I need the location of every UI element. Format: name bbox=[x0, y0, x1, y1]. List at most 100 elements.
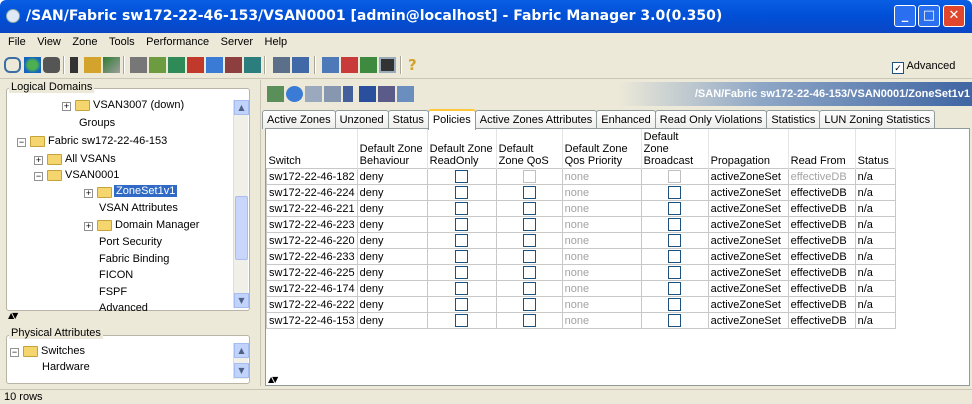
table-row[interactable]: sw172-22-46-233 deny none activeZoneSet effe… bbox=[266, 248, 896, 265]
table-cell[interactable]: activeZoneSet bbox=[707, 296, 789, 313]
table-row[interactable]: sw172-22-46-222 deny none activeZoneSet effe… bbox=[266, 296, 896, 313]
expander-icon[interactable]: − bbox=[10, 348, 19, 357]
discover-icon[interactable] bbox=[24, 57, 41, 73]
topology-icon[interactable] bbox=[273, 57, 290, 73]
table-cell-checkbox[interactable] bbox=[426, 200, 497, 217]
scroll-thumb[interactable] bbox=[235, 196, 248, 260]
table-cell-checkbox[interactable] bbox=[495, 184, 563, 201]
table-cell-checkbox[interactable] bbox=[426, 232, 497, 249]
checkbox[interactable] bbox=[455, 170, 469, 183]
tab-active-zones[interactable]: Active Zones bbox=[262, 110, 336, 129]
chart-icon[interactable] bbox=[206, 57, 223, 73]
column-header-status[interactable]: Status bbox=[855, 129, 896, 169]
table-cell-checkbox[interactable] bbox=[495, 296, 563, 313]
report-icon[interactable] bbox=[187, 57, 204, 73]
menu-performance[interactable]: Performance bbox=[146, 33, 209, 48]
table-row[interactable]: sw172-22-46-220 deny none activeZoneSet effe… bbox=[266, 232, 896, 249]
table-cell[interactable]: activeZoneSet bbox=[707, 184, 789, 201]
checkbox[interactable] bbox=[455, 314, 469, 327]
lock-icon[interactable] bbox=[84, 57, 101, 73]
minimize-button[interactable]: _ bbox=[894, 5, 916, 27]
table-cell[interactable]: none bbox=[561, 280, 642, 297]
table-cell[interactable]: n/a bbox=[854, 168, 896, 185]
table-cell-checkbox[interactable] bbox=[640, 200, 709, 217]
table-cell[interactable]: none bbox=[561, 184, 642, 201]
table-cell[interactable]: effectiveDB bbox=[787, 312, 856, 329]
table-row[interactable]: sw172-22-46-225 deny none activeZoneSet effe… bbox=[266, 264, 896, 281]
table-row[interactable]: sw172-22-46-174 deny none activeZoneSet effe… bbox=[266, 280, 896, 297]
table-cell-checkbox[interactable] bbox=[495, 200, 563, 217]
table-cell[interactable]: sw172-22-46-221 bbox=[266, 200, 358, 217]
table-cell-checkbox[interactable] bbox=[426, 248, 497, 265]
tree-item-hardware[interactable]: Hardware bbox=[42, 361, 90, 373]
table-cell-checkbox[interactable] bbox=[426, 312, 497, 329]
splitter-arrows-icon[interactable]: ▲▼ bbox=[268, 375, 278, 384]
table-cell-checkbox[interactable] bbox=[495, 216, 563, 233]
table-cell[interactable]: sw172-22-46-153 bbox=[266, 312, 358, 329]
vsan-icon[interactable] bbox=[149, 57, 166, 73]
column-header-behaviour[interactable]: Default Zone Behaviour bbox=[357, 129, 428, 169]
copy-icon[interactable] bbox=[305, 86, 322, 102]
table-cell[interactable]: effectiveDB bbox=[787, 280, 856, 297]
table-cell[interactable]: deny bbox=[356, 280, 428, 297]
table-cell[interactable]: activeZoneSet bbox=[707, 168, 789, 185]
tab-status[interactable]: Status bbox=[387, 110, 429, 129]
checkbox[interactable] bbox=[455, 202, 469, 215]
open-icon[interactable] bbox=[4, 57, 21, 73]
table-cell[interactable]: activeZoneSet bbox=[707, 312, 789, 329]
tab-active-zones-attributes[interactable]: Active Zones Attributes bbox=[474, 110, 598, 129]
table-cell[interactable]: sw172-22-46-225 bbox=[266, 264, 358, 281]
checkbox[interactable] bbox=[455, 218, 469, 231]
users-icon[interactable] bbox=[103, 57, 120, 73]
zone-icon[interactable] bbox=[130, 57, 147, 73]
checkbox[interactable] bbox=[668, 282, 682, 295]
table-cell-checkbox[interactable] bbox=[640, 232, 709, 249]
column-header-propagation[interactable]: Propagation bbox=[708, 129, 789, 169]
checkbox[interactable] bbox=[455, 298, 469, 311]
console-icon[interactable] bbox=[379, 57, 396, 73]
tree-item-port-security[interactable]: Port Security bbox=[99, 236, 162, 248]
checkbox[interactable] bbox=[668, 202, 682, 215]
scroll-up-icon[interactable]: ▲ bbox=[234, 343, 249, 358]
column-header-switch[interactable]: Switch bbox=[266, 129, 358, 169]
wizard-icon[interactable] bbox=[322, 57, 339, 73]
table-cell[interactable]: n/a bbox=[854, 264, 896, 281]
table-row[interactable]: sw172-22-46-224 deny none activeZoneSet effe… bbox=[266, 184, 896, 201]
tree-item-groups[interactable]: Groups bbox=[79, 117, 115, 129]
alert-icon[interactable] bbox=[341, 57, 358, 73]
checkbox[interactable] bbox=[668, 298, 682, 311]
table-cell[interactable]: n/a bbox=[854, 248, 896, 265]
checkbox[interactable] bbox=[522, 202, 536, 215]
table-cell[interactable]: activeZoneSet bbox=[707, 232, 789, 249]
tree-item-vsan-attributes[interactable]: VSAN Attributes bbox=[99, 202, 178, 214]
refresh-icon[interactable] bbox=[286, 86, 303, 102]
table-cell[interactable]: none bbox=[561, 168, 642, 185]
tree-item-advanced[interactable]: Advanced bbox=[99, 302, 148, 314]
scroll-down-icon[interactable]: ▼ bbox=[234, 293, 249, 308]
table-cell-checkbox[interactable] bbox=[640, 296, 709, 313]
table-cell[interactable]: deny bbox=[356, 216, 428, 233]
table-cell[interactable]: none bbox=[561, 232, 642, 249]
table-cell[interactable]: n/a bbox=[854, 216, 896, 233]
table-cell[interactable]: n/a bbox=[854, 184, 896, 201]
back-icon[interactable] bbox=[267, 86, 284, 102]
table-cell[interactable]: deny bbox=[356, 200, 428, 217]
table-row[interactable]: sw172-22-46-153 deny none activeZoneSet effe… bbox=[266, 312, 896, 329]
tree-item-all-vsans[interactable]: All VSANs bbox=[65, 153, 116, 165]
expander-icon[interactable]: + bbox=[62, 102, 71, 111]
checkbox[interactable] bbox=[522, 170, 536, 183]
table-cell-checkbox[interactable] bbox=[640, 184, 709, 201]
hosts-icon[interactable] bbox=[292, 57, 309, 73]
tree-item-ficon[interactable]: FICON bbox=[99, 269, 133, 281]
checkbox[interactable] bbox=[455, 266, 469, 279]
table-cell[interactable]: effectiveDB bbox=[787, 296, 856, 313]
advanced-toggle[interactable]: ✓ Advanced bbox=[892, 60, 955, 74]
menu-zone[interactable]: Zone bbox=[72, 33, 97, 48]
paste-icon[interactable] bbox=[324, 86, 341, 102]
table-cell[interactable]: n/a bbox=[854, 232, 896, 249]
table-cell[interactable]: effectiveDB bbox=[787, 248, 856, 265]
table-cell-checkbox[interactable] bbox=[426, 168, 497, 185]
tab-statistics[interactable]: Statistics bbox=[766, 110, 821, 129]
column-header-broadcast[interactable]: Default Zone Broadcast bbox=[641, 129, 709, 169]
table-cell-checkbox[interactable] bbox=[640, 168, 709, 185]
